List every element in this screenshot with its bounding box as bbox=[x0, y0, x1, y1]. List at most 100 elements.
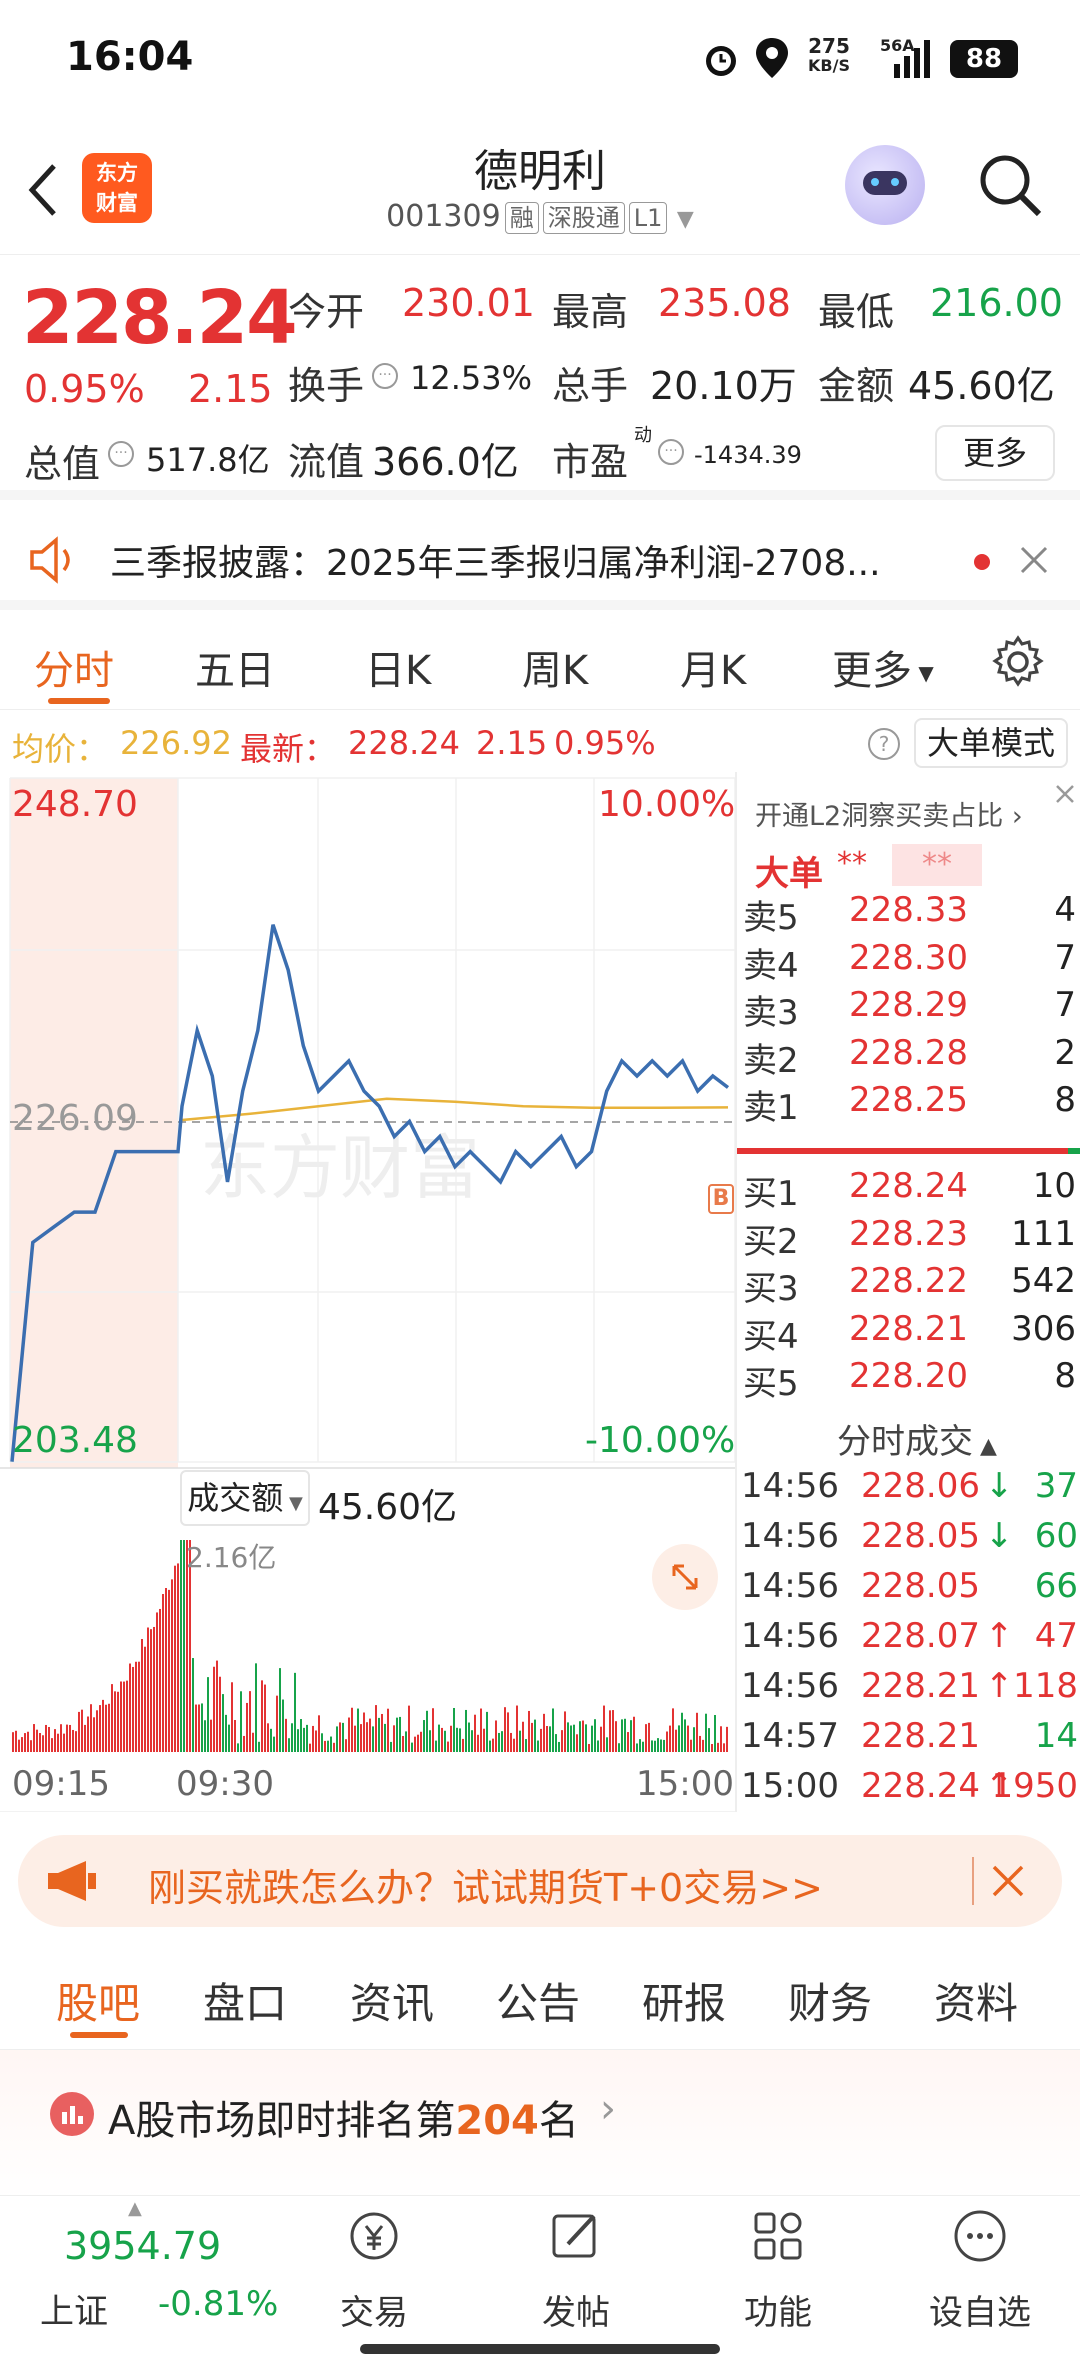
volume-bar bbox=[183, 1540, 185, 1752]
volume-bar bbox=[231, 1682, 233, 1752]
promo-banner[interactable]: 刚买就跌怎么办？试试期货T+0交易>> bbox=[18, 1835, 1062, 1927]
volume-bar bbox=[417, 1734, 419, 1752]
promo-text: 刚买就跌怎么办？试试期货T+0交易>> bbox=[148, 1866, 823, 1910]
bottom-nav: ▲ 3954.79 上证 -0.81% 交易 发帖 功能 设自选 bbox=[0, 2195, 1080, 2376]
volume-bar bbox=[624, 1718, 626, 1752]
tab-intraday[interactable]: 分时 bbox=[34, 638, 114, 696]
volume-bar bbox=[546, 1726, 548, 1752]
ask-label: 卖1 bbox=[743, 1088, 799, 1128]
trade-time: 14:57 bbox=[741, 1716, 839, 1756]
chevron-up-icon[interactable]: ▲ bbox=[128, 2198, 142, 2219]
tab-profile[interactable]: 资料 bbox=[934, 1970, 1018, 2031]
volume-bar bbox=[597, 1740, 599, 1752]
grid-icon bbox=[754, 2212, 802, 2260]
nav-add-watchlist[interactable]: 设自选 bbox=[920, 2206, 1040, 2334]
pe-value: -1434.39 bbox=[694, 441, 802, 469]
volume-bar bbox=[150, 1629, 152, 1752]
volume-bar bbox=[492, 1738, 494, 1752]
order-book-panel: 开通L2洞察买卖占比 › 大单 ** ** 卖5 228.33 4 卖4 228.30 7… bbox=[735, 772, 1080, 1812]
chevron-down-icon: ▼ bbox=[676, 207, 694, 232]
trade-time: 14:56 bbox=[741, 1466, 839, 1506]
last-change: 2.15 bbox=[476, 724, 548, 762]
big-order-value-1: ** bbox=[837, 846, 867, 881]
y-mid-label: 226.09 bbox=[12, 1098, 138, 1139]
volume-bar bbox=[450, 1725, 452, 1752]
nav-post[interactable]: 发帖 bbox=[516, 2206, 636, 2334]
close-icon[interactable] bbox=[990, 1863, 1026, 1899]
avg-value: 226.92 bbox=[120, 724, 232, 762]
index-value[interactable]: 3954.79 bbox=[64, 2224, 221, 2268]
nav-functions[interactable]: 功能 bbox=[718, 2206, 838, 2334]
low-label: 最低 bbox=[818, 290, 895, 334]
volume-bar bbox=[456, 1727, 458, 1752]
volume-bar bbox=[249, 1691, 251, 1752]
volume-bar bbox=[117, 1691, 119, 1752]
trades-title[interactable]: 分时成交 ▲ bbox=[837, 1414, 997, 1463]
turnover-info-icon[interactable]: ··· bbox=[372, 363, 398, 389]
tab-monthly-k[interactable]: 月K bbox=[680, 638, 746, 696]
settings-gear-icon[interactable] bbox=[990, 634, 1046, 690]
volume-bar bbox=[255, 1663, 257, 1752]
volume-bar bbox=[414, 1736, 416, 1752]
volume-bar bbox=[699, 1735, 701, 1752]
tab-news[interactable]: 资讯 bbox=[350, 1970, 434, 2031]
tab-orderbook[interactable]: 盘口 bbox=[203, 1970, 287, 2031]
market-rank-row[interactable]: A股市场即时排名第204名 › bbox=[0, 2050, 1080, 2200]
more-dots-icon[interactable]: ··· bbox=[108, 441, 134, 467]
volume-bar bbox=[129, 1663, 131, 1752]
close-icon[interactable] bbox=[1018, 544, 1050, 576]
intraday-chart[interactable]: 东方财富 248.70 226.09 203.48 10.00% -10.00%… bbox=[0, 772, 736, 1813]
volume-bar bbox=[594, 1719, 596, 1752]
speaker-icon bbox=[30, 536, 70, 584]
trade-row: 14:56 228.06 ↓ 37 bbox=[737, 1466, 1080, 1514]
expand-icon[interactable] bbox=[652, 1544, 718, 1610]
notice-bar[interactable]: 三季报披露：2025年三季报归属净利润-2708... bbox=[0, 510, 1080, 610]
tab-forum[interactable]: 股吧 bbox=[56, 1970, 140, 2031]
robot-avatar-icon[interactable] bbox=[845, 145, 925, 225]
help-icon[interactable]: ? bbox=[868, 728, 900, 760]
float-value: 366.0亿 bbox=[372, 440, 519, 484]
volume-bar bbox=[288, 1738, 290, 1752]
ask-volume: 7 bbox=[1054, 985, 1076, 1025]
volume-bar bbox=[654, 1740, 656, 1752]
volume-bar bbox=[270, 1728, 272, 1752]
volume-bar bbox=[375, 1705, 377, 1752]
volume-bar bbox=[297, 1729, 299, 1752]
volume-bar bbox=[360, 1724, 362, 1752]
ask-label: 卖4 bbox=[743, 945, 799, 986]
pe-info-icon[interactable]: ··· bbox=[658, 439, 684, 465]
volume-bar bbox=[207, 1677, 209, 1752]
trade-price: 228.05 bbox=[861, 1516, 980, 1556]
tab-more[interactable]: 更多 ▼ bbox=[832, 638, 934, 696]
l2-upgrade-link[interactable]: 开通L2洞察买卖占比 › bbox=[755, 794, 1023, 833]
stock-code: 001309 bbox=[386, 199, 501, 234]
volume-bar bbox=[726, 1726, 728, 1752]
trade-time: 15:00 bbox=[741, 1766, 839, 1806]
big-order-mode-button[interactable]: 大单模式 bbox=[914, 718, 1068, 768]
volume-bar bbox=[105, 1704, 107, 1752]
tag-margin: 融 bbox=[504, 201, 539, 234]
volume-bar bbox=[228, 1724, 230, 1752]
tab-daily-k[interactable]: 日K bbox=[365, 638, 431, 696]
tab-financials[interactable]: 财务 bbox=[788, 1970, 872, 2031]
volume-bar bbox=[537, 1740, 539, 1752]
close-icon[interactable] bbox=[1053, 782, 1077, 806]
volume-type-dropdown[interactable]: 成交额 ▼ bbox=[180, 1470, 310, 1526]
tab-announcements[interactable]: 公告 bbox=[496, 1970, 580, 2031]
more-button[interactable]: 更多 bbox=[935, 425, 1055, 481]
banner-divider bbox=[972, 1857, 974, 1905]
megaphone-icon bbox=[48, 1861, 96, 1901]
tab-research[interactable]: 研报 bbox=[642, 1970, 726, 2031]
buy-marker-badge[interactable]: B bbox=[708, 1184, 734, 1214]
nav-trade[interactable]: 交易 bbox=[314, 2206, 434, 2334]
volume-bar bbox=[48, 1727, 50, 1752]
volume-bar bbox=[534, 1719, 536, 1752]
ask-row: 卖5 228.33 4 bbox=[737, 890, 1080, 938]
pe-label: 市盈 bbox=[552, 440, 629, 484]
search-icon[interactable] bbox=[975, 150, 1045, 220]
tab-five-day[interactable]: 五日 bbox=[195, 638, 275, 696]
tab-weekly-k[interactable]: 周K bbox=[522, 638, 588, 696]
turnover-value: 12.53% bbox=[410, 359, 533, 397]
volume-bar bbox=[111, 1684, 113, 1752]
volume-bar bbox=[45, 1724, 47, 1752]
